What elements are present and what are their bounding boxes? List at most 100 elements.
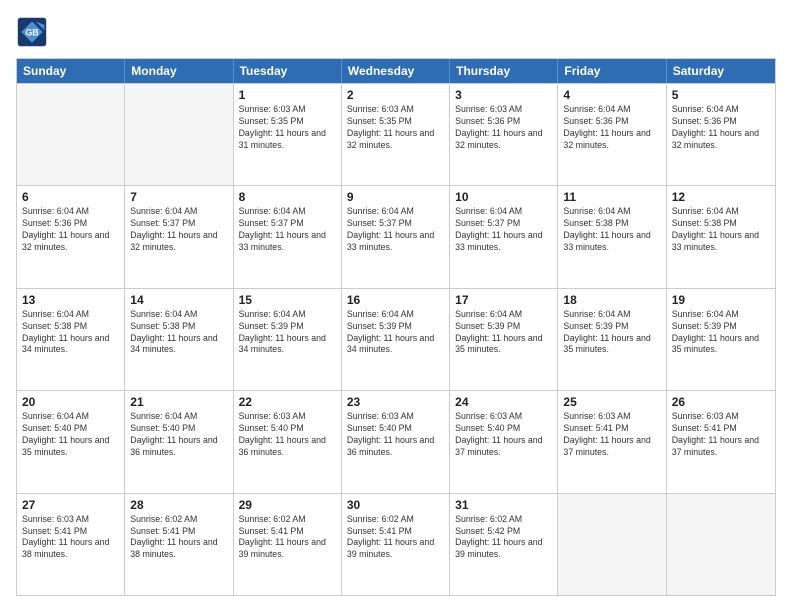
calendar-body: 1 Sunrise: 6:03 AM Sunset: 5:35 PM Daylig… — [17, 83, 775, 595]
day-number: 22 — [239, 395, 336, 409]
cal-cell: 23Sunrise: 6:03 AM Sunset: 5:40 PM Dayli… — [342, 391, 450, 492]
cell-info: Sunrise: 6:03 AM Sunset: 5:35 PM Dayligh… — [239, 104, 336, 152]
cal-cell: 20Sunrise: 6:04 AM Sunset: 5:40 PM Dayli… — [17, 391, 125, 492]
cell-info: Sunrise: 6:04 AM Sunset: 5:36 PM Dayligh… — [672, 104, 770, 152]
cal-cell: 28Sunrise: 6:02 AM Sunset: 5:41 PM Dayli… — [125, 494, 233, 595]
cal-cell — [125, 84, 233, 185]
calendar: SundayMondayTuesdayWednesdayThursdayFrid… — [16, 58, 776, 596]
cal-header-wednesday: Wednesday — [342, 59, 450, 83]
day-number: 2 — [347, 88, 444, 102]
day-number: 17 — [455, 293, 552, 307]
cal-header-friday: Friday — [558, 59, 666, 83]
day-number: 1 — [239, 88, 336, 102]
cell-info: Sunrise: 6:04 AM Sunset: 5:37 PM Dayligh… — [455, 206, 552, 254]
cell-info: Sunrise: 6:03 AM Sunset: 5:40 PM Dayligh… — [347, 411, 444, 459]
cal-cell: 1 Sunrise: 6:03 AM Sunset: 5:35 PM Daylig… — [234, 84, 342, 185]
cal-cell: 9Sunrise: 6:04 AM Sunset: 5:37 PM Daylig… — [342, 186, 450, 287]
day-number: 30 — [347, 498, 444, 512]
svg-text:GB: GB — [25, 28, 38, 38]
cal-cell: 4 Sunrise: 6:04 AM Sunset: 5:36 PM Daylig… — [558, 84, 666, 185]
day-number: 4 — [563, 88, 660, 102]
cell-info: Sunrise: 6:02 AM Sunset: 5:41 PM Dayligh… — [130, 514, 227, 562]
cell-info: Sunrise: 6:03 AM Sunset: 5:41 PM Dayligh… — [22, 514, 119, 562]
day-number: 13 — [22, 293, 119, 307]
page-header: GB — [16, 16, 776, 48]
cell-info: Sunrise: 6:04 AM Sunset: 5:38 PM Dayligh… — [130, 309, 227, 357]
day-number: 31 — [455, 498, 552, 512]
cal-cell: 29 Sunrise: 6:02 AM Sunset: 5:41 PM Dayli… — [234, 494, 342, 595]
cal-cell: 5 Sunrise: 6:04 AM Sunset: 5:36 PM Daylig… — [667, 84, 775, 185]
day-number: 10 — [455, 190, 552, 204]
cal-cell: 6 Sunrise: 6:04 AM Sunset: 5:36 PM Daylig… — [17, 186, 125, 287]
cal-cell — [17, 84, 125, 185]
cell-info: Sunrise: 6:04 AM Sunset: 5:38 PM Dayligh… — [672, 206, 770, 254]
cell-info: Sunrise: 6:04 AM Sunset: 5:39 PM Dayligh… — [347, 309, 444, 357]
cell-info: Sunrise: 6:02 AM Sunset: 5:41 PM Dayligh… — [239, 514, 336, 562]
calendar-header-row: SundayMondayTuesdayWednesdayThursdayFrid… — [17, 59, 775, 83]
cal-cell: 7 Sunrise: 6:04 AM Sunset: 5:37 PM Daylig… — [125, 186, 233, 287]
cell-info: Sunrise: 6:03 AM Sunset: 5:40 PM Dayligh… — [239, 411, 336, 459]
cell-info: Sunrise: 6:03 AM Sunset: 5:36 PM Dayligh… — [455, 104, 552, 152]
cell-info: Sunrise: 6:04 AM Sunset: 5:36 PM Dayligh… — [22, 206, 119, 254]
cal-header-thursday: Thursday — [450, 59, 558, 83]
day-number: 7 — [130, 190, 227, 204]
day-number: 16 — [347, 293, 444, 307]
day-number: 29 — [239, 498, 336, 512]
cal-header-saturday: Saturday — [667, 59, 775, 83]
cal-cell: 27 Sunrise: 6:03 AM Sunset: 5:41 PM Dayli… — [17, 494, 125, 595]
cal-week-4: 20Sunrise: 6:04 AM Sunset: 5:40 PM Dayli… — [17, 390, 775, 492]
cell-info: Sunrise: 6:04 AM Sunset: 5:37 PM Dayligh… — [347, 206, 444, 254]
cal-cell — [558, 494, 666, 595]
cell-info: Sunrise: 6:04 AM Sunset: 5:39 PM Dayligh… — [239, 309, 336, 357]
cell-info: Sunrise: 6:03 AM Sunset: 5:40 PM Dayligh… — [455, 411, 552, 459]
day-number: 25 — [563, 395, 660, 409]
day-number: 5 — [672, 88, 770, 102]
cell-info: Sunrise: 6:04 AM Sunset: 5:39 PM Dayligh… — [672, 309, 770, 357]
cal-cell: 30Sunrise: 6:02 AM Sunset: 5:41 PM Dayli… — [342, 494, 450, 595]
day-number: 26 — [672, 395, 770, 409]
cal-cell: 12Sunrise: 6:04 AM Sunset: 5:38 PM Dayli… — [667, 186, 775, 287]
cal-cell: 22 Sunrise: 6:03 AM Sunset: 5:40 PM Dayli… — [234, 391, 342, 492]
cal-week-1: 1 Sunrise: 6:03 AM Sunset: 5:35 PM Daylig… — [17, 83, 775, 185]
cal-cell: 10 Sunrise: 6:04 AM Sunset: 5:37 PM Dayli… — [450, 186, 558, 287]
cell-info: Sunrise: 6:04 AM Sunset: 5:38 PM Dayligh… — [563, 206, 660, 254]
cal-cell: 3 Sunrise: 6:03 AM Sunset: 5:36 PM Daylig… — [450, 84, 558, 185]
day-number: 27 — [22, 498, 119, 512]
cal-week-5: 27 Sunrise: 6:03 AM Sunset: 5:41 PM Dayli… — [17, 493, 775, 595]
day-number: 14 — [130, 293, 227, 307]
cal-cell: 2 Sunrise: 6:03 AM Sunset: 5:35 PM Daylig… — [342, 84, 450, 185]
cal-cell: 16 Sunrise: 6:04 AM Sunset: 5:39 PM Dayli… — [342, 289, 450, 390]
cal-cell: 25 Sunrise: 6:03 AM Sunset: 5:41 PM Dayli… — [558, 391, 666, 492]
day-number: 18 — [563, 293, 660, 307]
cell-info: Sunrise: 6:04 AM Sunset: 5:39 PM Dayligh… — [455, 309, 552, 357]
day-number: 11 — [563, 190, 660, 204]
cell-info: Sunrise: 6:04 AM Sunset: 5:40 PM Dayligh… — [130, 411, 227, 459]
cell-info: Sunrise: 6:04 AM Sunset: 5:38 PM Dayligh… — [22, 309, 119, 357]
day-number: 21 — [130, 395, 227, 409]
cal-cell: 24 Sunrise: 6:03 AM Sunset: 5:40 PM Dayli… — [450, 391, 558, 492]
cal-cell: 31 Sunrise: 6:02 AM Sunset: 5:42 PM Dayli… — [450, 494, 558, 595]
cal-cell — [667, 494, 775, 595]
cal-cell: 26Sunrise: 6:03 AM Sunset: 5:41 PM Dayli… — [667, 391, 775, 492]
cell-info: Sunrise: 6:04 AM Sunset: 5:39 PM Dayligh… — [563, 309, 660, 357]
cell-info: Sunrise: 6:04 AM Sunset: 5:37 PM Dayligh… — [239, 206, 336, 254]
cal-cell: 19Sunrise: 6:04 AM Sunset: 5:39 PM Dayli… — [667, 289, 775, 390]
cal-header-sunday: Sunday — [17, 59, 125, 83]
cell-info: Sunrise: 6:02 AM Sunset: 5:42 PM Dayligh… — [455, 514, 552, 562]
cal-cell: 8Sunrise: 6:04 AM Sunset: 5:37 PM Daylig… — [234, 186, 342, 287]
cal-header-tuesday: Tuesday — [234, 59, 342, 83]
cal-cell: 15Sunrise: 6:04 AM Sunset: 5:39 PM Dayli… — [234, 289, 342, 390]
day-number: 3 — [455, 88, 552, 102]
cal-cell: 11 Sunrise: 6:04 AM Sunset: 5:38 PM Dayli… — [558, 186, 666, 287]
logo: GB — [16, 16, 52, 48]
cal-cell: 14 Sunrise: 6:04 AM Sunset: 5:38 PM Dayli… — [125, 289, 233, 390]
cell-info: Sunrise: 6:04 AM Sunset: 5:37 PM Dayligh… — [130, 206, 227, 254]
day-number: 6 — [22, 190, 119, 204]
cell-info: Sunrise: 6:03 AM Sunset: 5:41 PM Dayligh… — [563, 411, 660, 459]
day-number: 24 — [455, 395, 552, 409]
cell-info: Sunrise: 6:03 AM Sunset: 5:35 PM Dayligh… — [347, 104, 444, 152]
cell-info: Sunrise: 6:04 AM Sunset: 5:36 PM Dayligh… — [563, 104, 660, 152]
cal-header-monday: Monday — [125, 59, 233, 83]
cal-week-3: 13 Sunrise: 6:04 AM Sunset: 5:38 PM Dayli… — [17, 288, 775, 390]
cell-info: Sunrise: 6:04 AM Sunset: 5:40 PM Dayligh… — [22, 411, 119, 459]
